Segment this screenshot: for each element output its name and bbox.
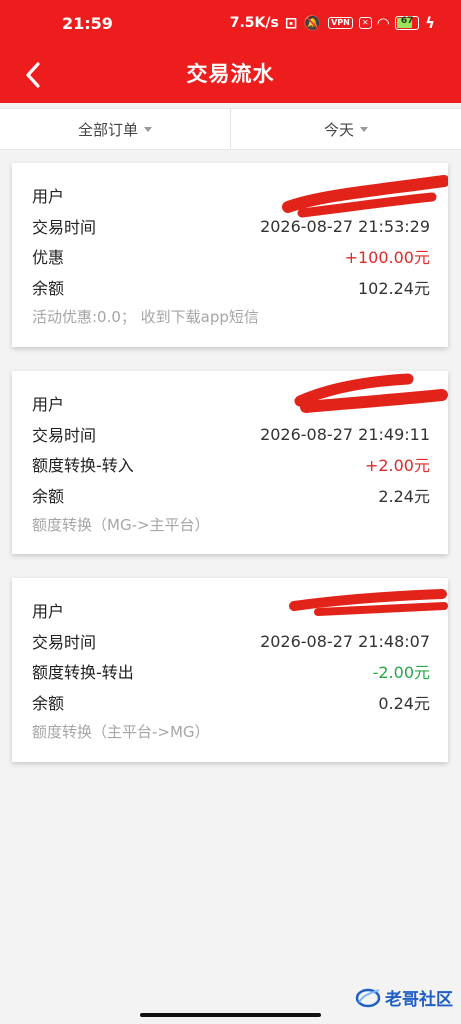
home-indicator[interactable] (140, 1013, 321, 1017)
time-row: 交易时间 2026-08-27 21:53:29 (32, 214, 430, 238)
time-label: 交易时间 (32, 218, 97, 237)
type-label: 优惠 (32, 248, 65, 267)
nav-bar: 交易流水 (0, 48, 461, 103)
amount-row: 优惠 +100.00元 (32, 244, 430, 268)
mute-icon: 🔕 (303, 13, 323, 32)
status-icons: 7.5K/s ⊡ 🔕 VPN ✕ ◠ 67 ϟ (230, 15, 435, 31)
charging-icon: ϟ (425, 13, 435, 32)
amount-row: 额度转换-转入 +2.00元 (32, 452, 430, 476)
page-title: 交易流水 (186, 62, 275, 86)
balance-value: 102.24元 (358, 279, 430, 298)
watermark-text: 老哥社区 (385, 990, 453, 1010)
order-type-label: 全部订单 (77, 120, 138, 139)
balance-label: 余额 (32, 694, 65, 713)
amount-value: +2.00元 (364, 456, 430, 475)
date-range-label: 今天 (323, 120, 354, 139)
filter-bar: 全部订单 今天 (0, 108, 461, 150)
user-row: 用户 (32, 183, 430, 207)
balance-row: 余额 2.24元 (32, 483, 430, 507)
type-label: 额度转换-转出 (32, 663, 134, 682)
network-speed: 7.5K/s (229, 15, 279, 31)
app-header: 21:59 7.5K/s ⊡ 🔕 VPN ✕ ◠ 67 ϟ 交易流水 (0, 0, 461, 103)
wifi-icon: ◠ (377, 13, 390, 32)
transaction-note: 额度转换（主平台->MG） (32, 723, 210, 741)
time-label: 交易时间 (32, 426, 97, 445)
balance-row: 余额 0.24元 (32, 690, 430, 714)
transaction-note: 额度转换（MG->主平台） (32, 516, 210, 534)
balance-row: 余额 102.24元 (32, 275, 430, 299)
nfc-icon: ⊡ (284, 13, 298, 32)
time-value: 2026-08-27 21:49:11 (260, 424, 430, 444)
caret-down-icon (144, 126, 152, 132)
transaction-card[interactable]: 用户 交易时间 2026-08-27 21:53:29 优惠 +100.00元 … (12, 163, 448, 347)
balance-label: 余额 (32, 279, 65, 298)
balance-label: 余额 (32, 487, 65, 506)
sim-off-icon: ✕ (358, 17, 372, 29)
battery-percent: 67 (400, 16, 414, 26)
user-row: 用户 (32, 391, 430, 415)
time-row: 交易时间 2026-08-27 21:49:11 (32, 422, 430, 446)
status-time: 21:59 (62, 14, 113, 33)
transaction-card[interactable]: 用户 交易时间 2026-08-27 21:48:07 额度转换-转出 -2.0… (12, 578, 448, 762)
transaction-note: 活动优惠:0.0； 收到下载app短信 (32, 308, 259, 326)
type-label: 额度转换-转入 (32, 456, 134, 475)
user-label: 用户 (32, 602, 65, 621)
user-label: 用户 (32, 187, 65, 206)
amount-value: +100.00元 (344, 248, 430, 267)
status-bar: 21:59 7.5K/s ⊡ 🔕 VPN ✕ ◠ 67 ϟ (0, 0, 461, 48)
community-watermark: 老哥社区 (355, 985, 453, 1010)
time-row: 交易时间 2026-08-27 21:48:07 (32, 629, 430, 653)
user-row: 用户 (32, 598, 430, 622)
time-value: 2026-08-27 21:48:07 (260, 631, 430, 651)
amount-value: -2.00元 (372, 663, 430, 682)
transaction-card[interactable]: 用户 交易时间 2026-08-27 21:49:11 额度转换-转入 +2.0… (12, 371, 448, 554)
time-value: 2026-08-27 21:53:29 (260, 216, 430, 236)
date-range-filter[interactable]: 今天 (230, 109, 461, 149)
vpn-icon: VPN (328, 17, 353, 29)
battery-icon: 67 (395, 16, 420, 30)
balance-value: 2.24元 (378, 487, 430, 506)
order-type-filter[interactable]: 全部订单 (0, 109, 230, 149)
caret-down-icon (360, 126, 368, 132)
amount-row: 额度转换-转出 -2.00元 (32, 659, 430, 683)
time-label: 交易时间 (32, 633, 97, 652)
user-label: 用户 (32, 395, 65, 414)
balance-value: 0.24元 (378, 694, 430, 713)
watermark-logo-icon (355, 988, 381, 1007)
